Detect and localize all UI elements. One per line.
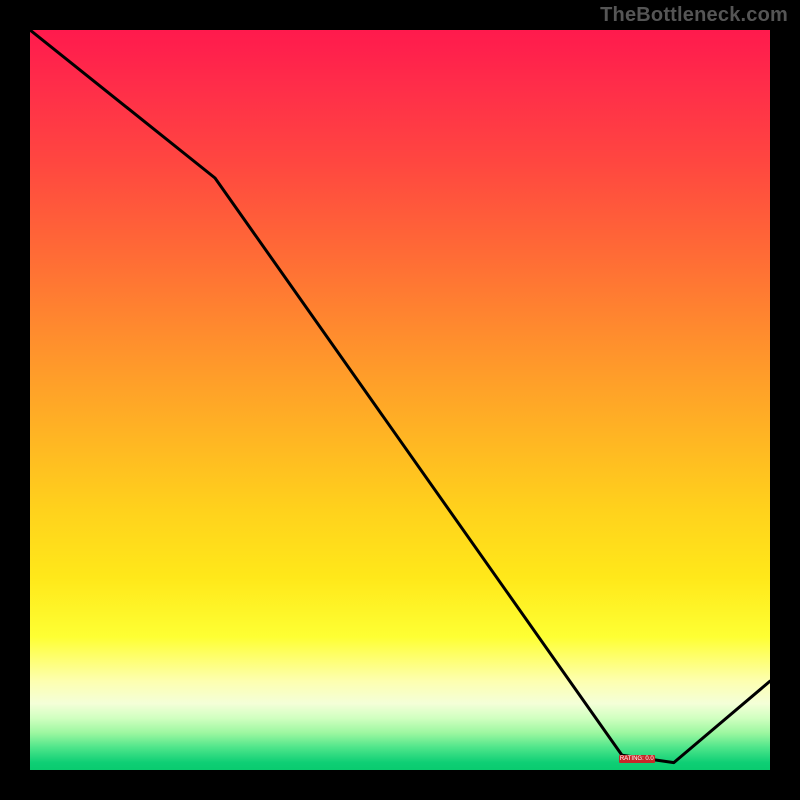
bottleneck-curve-line bbox=[30, 30, 770, 763]
rating-badge: RATING: 0.0 bbox=[619, 755, 655, 763]
watermark-text: TheBottleneck.com bbox=[600, 4, 788, 27]
chart-container: TheBottleneck.com RATING: 0.0 bbox=[0, 0, 800, 800]
line-overlay bbox=[30, 30, 770, 770]
